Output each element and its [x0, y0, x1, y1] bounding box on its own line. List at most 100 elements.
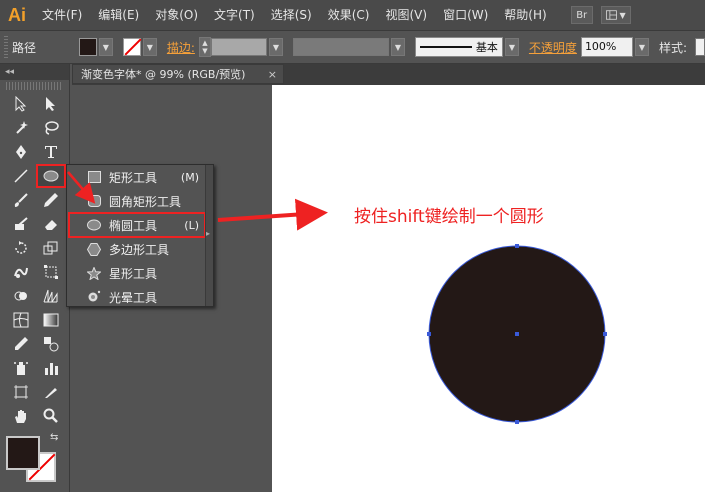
control-bar-grip[interactable] — [4, 36, 9, 58]
menu-edit[interactable]: 编辑(E) — [90, 0, 147, 30]
style-swatch[interactable] — [694, 38, 705, 56]
brush-definition-control[interactable]: 基本 ▼ — [414, 37, 519, 57]
column-graph-tool[interactable] — [36, 356, 66, 380]
bridge-button[interactable]: Br — [570, 6, 593, 24]
chevron-down-icon[interactable]: ▼ — [142, 38, 157, 56]
menu-file[interactable]: 文件(F) — [34, 0, 90, 30]
blend-tool[interactable] — [36, 332, 66, 356]
tools-panel-grip[interactable] — [6, 82, 63, 90]
opacity-label[interactable]: 不透明度 — [529, 39, 577, 56]
chevron-down-icon[interactable]: ▼ — [504, 38, 519, 56]
pencil-tool[interactable] — [36, 188, 66, 212]
rounded-rectangle-icon — [87, 194, 101, 208]
fill-stroke-controls: ⇆ — [6, 432, 64, 488]
shape-builder-icon — [14, 291, 27, 301]
perspective-grid-icon — [43, 289, 58, 303]
menu-object[interactable]: 对象(O) — [147, 0, 206, 30]
warp-tool[interactable] — [6, 260, 36, 284]
document-tab[interactable]: 渐变色字体* @ 99% (RGB/预览) × — [72, 64, 284, 84]
flare-tool-item[interactable]: 光晕工具 — [69, 285, 205, 309]
gradient-icon — [43, 313, 59, 327]
eyedropper-icon — [15, 337, 28, 350]
stroke-weight-control: 描边: ▲ ▼ ▼ — [167, 37, 283, 57]
polygon-tool-item[interactable]: 多边形工具 — [69, 237, 205, 261]
ellipse-tool-label: 椭圆工具 — [109, 218, 158, 233]
fill-control[interactable]: ▼ — [78, 38, 113, 56]
blend-icon — [44, 337, 59, 352]
menu-view[interactable]: 视图(V) — [377, 0, 435, 30]
swap-fill-stroke-icon[interactable]: ⇆ — [50, 432, 58, 443]
slice-tool[interactable] — [36, 380, 66, 404]
menu-type[interactable]: 文字(T) — [206, 0, 263, 30]
line-segment-tool[interactable] — [6, 164, 36, 188]
fill-swatch[interactable] — [78, 38, 97, 56]
gradient-tool[interactable] — [36, 308, 66, 332]
brush-definition-label: 基本 — [475, 41, 498, 54]
rectangle-tool-item[interactable]: 矩形工具 (M) — [69, 165, 205, 189]
pencil-icon — [44, 193, 58, 207]
zoom-tool[interactable] — [36, 404, 66, 428]
stroke-line-preview — [419, 46, 472, 48]
fill-color-box[interactable] — [6, 436, 40, 470]
menu-bar: Ai 文件(F) 编辑(E) 对象(O) 文字(T) 选择(S) 效果(C) 视… — [0, 0, 705, 30]
opacity-field[interactable]: 100% — [580, 37, 633, 57]
type-tool[interactable] — [36, 140, 66, 164]
star-icon — [87, 266, 101, 280]
flare-tool-label: 光晕工具 — [109, 290, 158, 305]
selection-tool[interactable] — [6, 92, 36, 116]
rotate-tool[interactable] — [6, 236, 36, 260]
symbol-sprayer-tool[interactable] — [6, 356, 36, 380]
chevron-down-icon[interactable]: ▼ — [634, 38, 649, 56]
perspective-grid-tool[interactable] — [36, 284, 66, 308]
rectangle-tool-label: 矩形工具 — [109, 170, 158, 185]
menu-select[interactable]: 选择(S) — [263, 0, 320, 30]
chevron-down-icon[interactable]: ▼ — [268, 38, 283, 56]
collapse-panel-icon[interactable]: ◂◂ — [0, 64, 69, 80]
stroke-weight-stepper[interactable]: ▲ ▼ — [198, 37, 211, 57]
rounded-rectangle-tool-item[interactable]: 圆角矩形工具 — [69, 189, 205, 213]
menu-window[interactable]: 窗口(W) — [435, 0, 496, 30]
paintbrush-tool[interactable] — [6, 188, 36, 212]
lasso-tool[interactable] — [36, 116, 66, 140]
scale-tool[interactable] — [36, 236, 66, 260]
menu-effect[interactable]: 效果(C) — [320, 0, 378, 30]
ellipse-tool[interactable] — [36, 164, 66, 188]
ellipse-icon — [87, 218, 101, 232]
brush-definition-field[interactable]: 基本 — [414, 37, 503, 57]
app-logo: Ai — [8, 4, 26, 25]
mesh-icon — [13, 312, 29, 328]
stroke-weight-field[interactable] — [210, 38, 267, 56]
polygon-icon — [87, 242, 101, 256]
blob-brush-tool[interactable] — [6, 212, 36, 236]
stroke-control[interactable]: ▼ — [122, 38, 157, 56]
stroke-weight-label[interactable]: 描边: — [167, 39, 195, 56]
eyedropper-tool[interactable] — [6, 332, 36, 356]
annotation-text: 按住shift键绘制一个圆形 — [354, 207, 544, 227]
stroke-swatch[interactable] — [122, 38, 141, 56]
menu-help[interactable]: 帮助(H) — [496, 0, 554, 30]
artboard-tool[interactable] — [6, 380, 36, 404]
direct-selection-tool[interactable] — [36, 92, 66, 116]
artboard[interactable] — [272, 85, 705, 492]
shape-tools-flyout: 矩形工具 (M) 圆角矩形工具 椭圆工具 (L) 多边形工具 星形工具 光晕工具 — [66, 164, 214, 307]
eraser-tool[interactable] — [36, 212, 66, 236]
close-icon[interactable]: × — [268, 68, 277, 81]
chevron-down-icon[interactable]: ▼ — [98, 38, 113, 56]
flyout-tearoff-bar[interactable] — [205, 165, 213, 306]
polygon-tool-label: 多边形工具 — [109, 242, 170, 257]
eraser-icon — [45, 220, 57, 230]
star-tool-item[interactable]: 星形工具 — [69, 261, 205, 285]
free-transform-tool[interactable] — [36, 260, 66, 284]
chevron-down-icon[interactable]: ▼ — [390, 38, 405, 56]
selection-arrow-icon — [15, 96, 27, 112]
variable-width-field[interactable] — [292, 38, 389, 56]
workspace-switcher-button[interactable]: ▼ — [600, 6, 631, 24]
magic-wand-tool[interactable] — [6, 116, 36, 140]
pen-tool[interactable] — [6, 140, 36, 164]
style-label: 样式: — [658, 40, 687, 55]
shape-builder-tool[interactable] — [6, 284, 36, 308]
variable-width-control[interactable]: ▼ — [292, 38, 405, 56]
hand-tool[interactable] — [6, 404, 36, 428]
ellipse-tool-item[interactable]: 椭圆工具 (L) — [68, 212, 206, 238]
mesh-tool[interactable] — [6, 308, 36, 332]
